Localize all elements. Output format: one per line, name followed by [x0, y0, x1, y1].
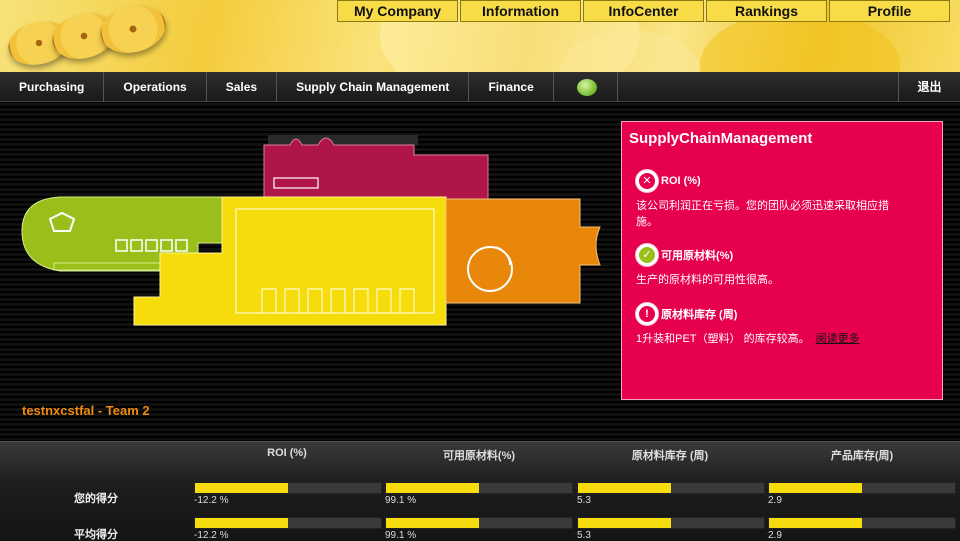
- column-header: 产品库存(周): [830, 450, 894, 462]
- score-meter: 2.9: [768, 517, 956, 541]
- kpi-title: ROI (%): [661, 175, 701, 187]
- kpi-title: 可用原材料(%): [661, 250, 734, 262]
- top-nav: My Company Information InfoCenter Rankin…: [337, 0, 950, 22]
- nav-operations[interactable]: Operations: [104, 71, 207, 102]
- top-tab-infocenter[interactable]: InfoCenter: [583, 0, 704, 22]
- score-bar-fill: [195, 483, 288, 493]
- kpi-raw-material-availability: ✓ 可用原材料(%) 生产的原材料的可用性很高。: [636, 244, 936, 288]
- score-meter: 99.1 %: [385, 482, 573, 506]
- operations-building[interactable]: [263, 135, 489, 200]
- factory-map: [21, 135, 601, 326]
- kpi-title: 原材料库存 (周): [661, 309, 738, 321]
- score-value: -12.2 %: [194, 495, 229, 506]
- column-header: 原材料库存 (周): [631, 450, 709, 462]
- sales-building[interactable]: [445, 198, 601, 304]
- score-bar-fill: [769, 518, 862, 528]
- score-value: 5.3: [577, 530, 591, 541]
- kpi-raw-material-stock: ! 原材料库存 (周) 1升装和PET（塑料） 的库存较高。 阅读更多: [636, 303, 936, 347]
- kpi-text: 生产的原材料的可用性很高。: [636, 274, 779, 286]
- kpi-roi: ✕ ROI (%) 该公司利润正在亏损。您的团队必须迅速采取相应措施。: [636, 170, 936, 230]
- score-value: 99.1 %: [385, 530, 417, 541]
- top-tab-rankings[interactable]: Rankings: [706, 0, 827, 22]
- score-bar-fill: [578, 518, 671, 528]
- nav-purchasing[interactable]: Purchasing: [0, 71, 105, 102]
- header-banner: My Company Information InfoCenter Rankin…: [0, 0, 960, 72]
- score-meter: -12.2 %: [194, 517, 382, 541]
- score-table: ROI (%) 可用原材料(%) 原材料库存 (周) 产品库存(周) 您的得分 …: [0, 441, 960, 541]
- score-bar-fill: [578, 483, 671, 493]
- score-bar-fill: [386, 483, 479, 493]
- row-label-average-score: 平均得分: [74, 529, 118, 541]
- score-bar-fill: [386, 518, 479, 528]
- logout-button[interactable]: 退出: [898, 72, 960, 102]
- pineapple-slice-image: [95, 0, 171, 60]
- panel-title: SupplyChainManagement: [629, 130, 813, 147]
- top-tab-information[interactable]: Information: [460, 0, 581, 22]
- nav-sales[interactable]: Sales: [207, 71, 278, 102]
- team-name: testnxcstfal - Team 2: [22, 403, 150, 418]
- globe-button[interactable]: [554, 71, 618, 102]
- column-header: 可用原材料(%): [442, 450, 516, 462]
- score-meter: 2.9: [768, 482, 956, 506]
- score-value: 5.3: [577, 495, 591, 506]
- score-bar-fill: [769, 483, 862, 493]
- scm-info-panel: SupplyChainManagement ✕ ROI (%) 该公司利润正在亏…: [621, 121, 943, 400]
- check-icon: ✓: [636, 244, 658, 266]
- score-meter: -12.2 %: [194, 482, 382, 506]
- top-tab-profile[interactable]: Profile: [829, 0, 950, 22]
- nav-finance[interactable]: Finance: [469, 71, 554, 102]
- score-value: 2.9: [768, 495, 782, 506]
- read-more-link[interactable]: 阅读更多: [816, 333, 860, 345]
- kpi-text: 1升装和PET（塑料） 的库存较高。: [636, 333, 810, 345]
- x-icon: ✕: [636, 170, 658, 192]
- exclamation-icon: !: [636, 303, 658, 325]
- score-value: -12.2 %: [194, 530, 229, 541]
- globe-icon: [576, 78, 597, 96]
- score-meter: 5.3: [577, 482, 765, 506]
- top-tab-my-company[interactable]: My Company: [337, 0, 458, 22]
- score-value: 99.1 %: [385, 495, 417, 506]
- row-label-your-score: 您的得分: [74, 493, 118, 505]
- main-nav: Purchasing Operations Sales Supply Chain…: [0, 71, 960, 102]
- column-header: ROI (%): [267, 447, 307, 459]
- nav-supply-chain-management[interactable]: Supply Chain Management: [277, 71, 470, 102]
- score-meter: 99.1 %: [385, 517, 573, 541]
- score-value: 2.9: [768, 530, 782, 541]
- score-meter: 5.3: [577, 517, 765, 541]
- kpi-text: 该公司利润正在亏损。您的团队必须迅速采取相应措施。: [636, 200, 889, 228]
- score-bar-fill: [195, 518, 288, 528]
